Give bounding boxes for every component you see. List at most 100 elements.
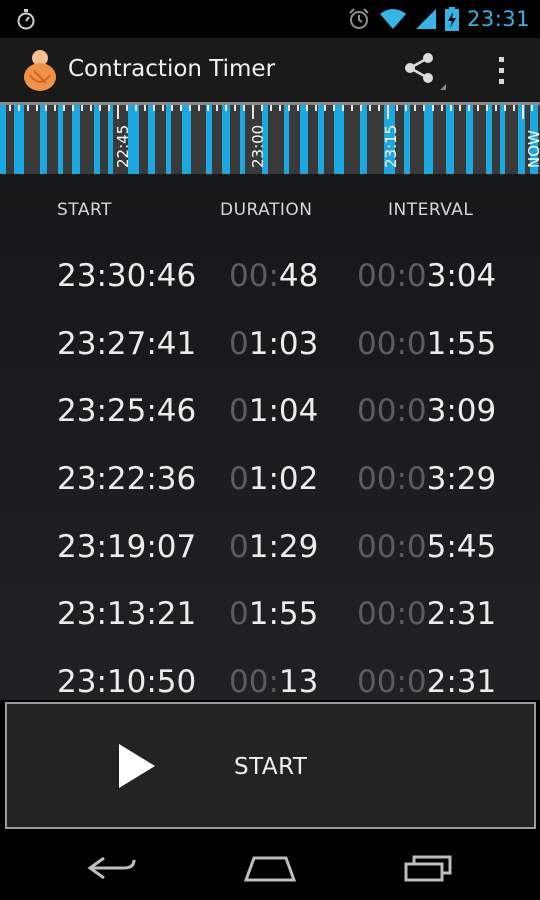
start-time: 23:27:41 [57, 326, 197, 362]
table-row[interactable]: 23:27:41 01:03 00:01:55 [0, 326, 540, 376]
contraction-bar [500, 105, 505, 174]
timeline-tick [477, 105, 479, 111]
timeline-tick [351, 105, 353, 111]
timeline-tick [405, 105, 407, 111]
timeline-tick [459, 105, 461, 111]
duration-dim-digits: 0 [229, 393, 249, 429]
timeline-tick [342, 105, 344, 111]
duration: 00:48 [229, 258, 318, 294]
duration-value: 1:02 [248, 461, 319, 497]
interval-dim-digits: 00:0 [357, 664, 427, 700]
timeline-label-now: NOW [525, 130, 540, 168]
timeline-tick [360, 105, 362, 111]
duration-value: 1:29 [248, 529, 319, 565]
table-row[interactable]: 23:25:46 01:04 00:03:09 [0, 393, 540, 443]
timeline-tick [54, 105, 56, 111]
timeline-tick [234, 105, 236, 111]
timeline-tick [414, 105, 416, 111]
duration: 01:04 [229, 393, 318, 429]
contraction-bar [404, 105, 410, 174]
timeline-tick [297, 105, 299, 111]
duration-value: 1:04 [248, 393, 319, 429]
timeline-tick [369, 105, 371, 111]
duration-dim-digits: 00: [229, 258, 279, 294]
share-icon[interactable] [398, 50, 448, 92]
interval: 00:05:45 [357, 529, 496, 565]
duration: 01:02 [229, 461, 318, 497]
duration-value: 13 [278, 664, 319, 700]
interval: 00:02:31 [357, 664, 496, 700]
timeline-label-2245: 22:45 [114, 124, 132, 168]
contraction-bar [14, 105, 24, 174]
interval-dim-digits: 00:0 [357, 393, 427, 429]
contraction-timeline[interactable]: 22:45 23:00 23:15 NOW [0, 102, 540, 174]
duration-dim-digits: 0 [229, 326, 249, 362]
timeline-tick [18, 105, 20, 111]
timeline-tick [378, 105, 380, 111]
start-time: 23:25:46 [57, 393, 197, 429]
overflow-menu-icon[interactable] [484, 48, 518, 92]
start-time: 23:13:21 [57, 596, 197, 632]
timeline-tick [495, 105, 497, 111]
timeline-tick [423, 105, 425, 111]
timeline-tick [162, 105, 164, 111]
timeline-tick [270, 105, 272, 111]
header-start: START [57, 200, 112, 220]
timeline-tick [522, 105, 524, 119]
start-time: 23:10:50 [57, 664, 197, 700]
timeline-tick [324, 105, 326, 111]
header-interval: INTERVAL [388, 200, 474, 220]
cell-signal-icon [415, 9, 436, 29]
start-button-label: START [234, 754, 308, 780]
timeline-tick [108, 105, 110, 111]
timeline-tick [63, 105, 65, 111]
play-icon [119, 744, 155, 788]
battery-charging-icon [444, 7, 459, 31]
recent-apps-icon[interactable] [398, 850, 458, 886]
interval-value: 2:31 [426, 664, 497, 700]
table-row[interactable]: 23:22:36 01:02 00:03:29 [0, 461, 540, 511]
table-row[interactable]: 23:13:21 01:55 00:02:31 [0, 596, 540, 646]
duration-dim-digits: 0 [229, 529, 249, 565]
timeline-tick [396, 105, 398, 111]
interval: 00:03:09 [357, 393, 496, 429]
table-row[interactable]: 23:30:46 00:48 00:03:04 [0, 258, 540, 308]
duration: 01:55 [229, 596, 318, 632]
interval-dim-digits: 00:0 [357, 326, 427, 362]
timeline-tick [198, 105, 200, 111]
header-duration: DURATION [220, 200, 313, 220]
interval-value: 3:09 [426, 393, 497, 429]
interval-dim-digits: 00:0 [357, 596, 427, 632]
timeline-tick [36, 105, 38, 111]
table-row[interactable]: 23:19:07 01:29 00:05:45 [0, 529, 540, 579]
contraction-bar [446, 105, 454, 174]
timeline-tick [90, 105, 92, 111]
timeline-tick [531, 105, 533, 111]
timeline-tick [432, 105, 434, 111]
app-logo-icon[interactable] [22, 49, 58, 93]
contraction-bar [166, 105, 171, 174]
home-icon[interactable] [240, 850, 300, 886]
timeline-tick [225, 105, 227, 111]
timeline-label-2315: 23:15 [382, 124, 400, 168]
table-row[interactable]: 23:10:50 00:13 00:02:31 [0, 664, 540, 700]
timeline-tick [180, 105, 182, 111]
interval-value: 5:45 [426, 529, 497, 565]
duration: 01:29 [229, 529, 318, 565]
start-button[interactable]: START [5, 702, 536, 829]
back-icon[interactable] [82, 850, 142, 886]
timeline-tick [135, 105, 137, 111]
contraction-bar [240, 105, 245, 174]
timeline-tick [117, 105, 119, 119]
timeline-tick [207, 105, 209, 111]
duration-dim-digits: 0 [229, 461, 249, 497]
timeline-tick [99, 105, 101, 111]
interval: 00:03:29 [357, 461, 496, 497]
contraction-bar [206, 105, 212, 174]
contraction-bar [360, 105, 367, 174]
interval: 00:01:55 [357, 326, 496, 362]
interval-value: 3:29 [426, 461, 497, 497]
contraction-bar [72, 105, 80, 174]
timeline-tick [486, 105, 488, 111]
timeline-label-2300: 23:00 [249, 124, 267, 168]
